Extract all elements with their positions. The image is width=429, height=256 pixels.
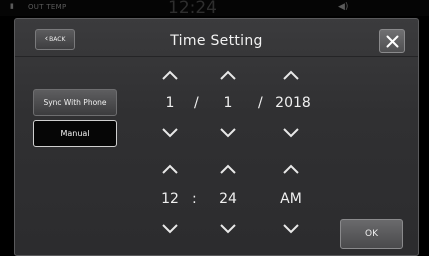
page-title: Time Setting	[170, 33, 263, 49]
hour-down-icon[interactable]	[160, 221, 180, 235]
close-icon	[386, 35, 398, 47]
ok-button[interactable]: OK	[340, 219, 403, 249]
date-separator: /	[194, 95, 199, 111]
year-down-icon[interactable]	[281, 125, 301, 139]
minute-up-icon[interactable]	[218, 162, 238, 176]
period-down-icon[interactable]	[281, 221, 301, 235]
sync-with-phone-button[interactable]: Sync With Phone	[33, 89, 117, 116]
month-up-icon[interactable]	[160, 68, 180, 82]
speaker-icon: ◀)	[338, 2, 349, 12]
out-temp-label: OUT TEMP	[28, 3, 67, 11]
day-down-icon[interactable]	[218, 125, 238, 139]
month-down-icon[interactable]	[160, 125, 180, 139]
year-value: 2018	[275, 95, 311, 111]
month-value: 1	[165, 95, 175, 111]
day-value: 1	[223, 95, 233, 111]
minute-value: 24	[219, 191, 237, 207]
time-setting-dialog: ‹ BACK Time Setting Sync With Phone Manu…	[14, 18, 419, 256]
manual-button[interactable]: Manual	[33, 120, 117, 147]
minute-down-icon[interactable]	[218, 221, 238, 235]
header-divider	[15, 56, 418, 57]
date-separator: /	[258, 95, 263, 111]
day-up-icon[interactable]	[218, 68, 238, 82]
year-up-icon[interactable]	[281, 68, 301, 82]
status-bar: ▮ OUT TEMP 12:24 ◀)	[0, 0, 429, 18]
hour-up-icon[interactable]	[160, 162, 180, 176]
time-separator: :	[192, 191, 197, 207]
period-value: AM	[280, 191, 302, 207]
status-clock: 12:24	[168, 0, 217, 18]
signal-icon: ▮	[10, 2, 14, 10]
close-button[interactable]	[379, 29, 405, 53]
period-up-icon[interactable]	[281, 162, 301, 176]
hour-value: 12	[161, 191, 179, 207]
